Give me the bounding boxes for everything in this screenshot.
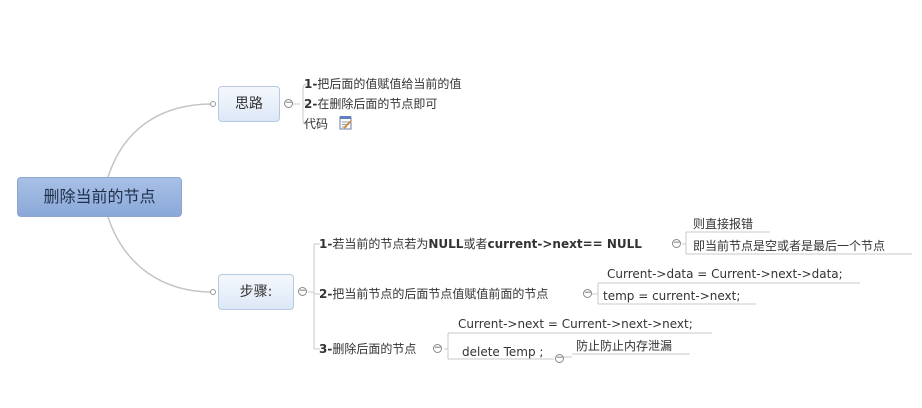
root-topic-label: 删除当前的节点 [43, 187, 156, 206]
collapse-steps-button[interactable]: − [298, 287, 307, 296]
thinking-item-1[interactable]: 1-把后面的值赋值给当前的值 [304, 76, 461, 92]
topic-thinking[interactable]: 思路 [218, 86, 280, 122]
notepad-icon[interactable] [339, 115, 353, 130]
step-3-child-2[interactable]: delete Temp ; [462, 344, 543, 360]
step-2-child-2[interactable]: temp = current->next; [603, 288, 740, 304]
thinking-item-3[interactable]: 代码 [304, 116, 328, 132]
wire-root-steps [107, 216, 213, 293]
topic-steps[interactable]: 步骤: [218, 274, 294, 310]
branch-dot-steps [210, 289, 216, 295]
step-1-child-1[interactable]: 则直接报错 [693, 216, 753, 232]
step-1-child-2[interactable]: 即当前节点是空或者是最后一个节点 [693, 238, 885, 254]
step-1[interactable]: 1-若当前的节点若为NULL或者current->next== NULL [319, 236, 642, 252]
thinking-item-2[interactable]: 2-在删除后面的节点即可 [304, 96, 437, 112]
branch-dot-thinking [210, 101, 216, 107]
collapse-delete-temp-button[interactable]: − [555, 354, 564, 363]
collapse-step-2-button[interactable]: − [583, 289, 592, 298]
topic-thinking-label: 思路 [235, 96, 263, 112]
collapse-thinking-button[interactable]: − [284, 99, 293, 108]
wire-root-thinking [107, 103, 213, 178]
step-3-child-1[interactable]: Current->next = Current->next->next; [458, 316, 693, 332]
mind-map-canvas: 删除当前的节点 思路 − 1-把后面的值赋值给当前的值 2-在删除后面的节点即可… [0, 0, 922, 408]
step-2[interactable]: 2-把当前节点的后面节点值赋值前面的节点 [319, 286, 548, 302]
root-topic[interactable]: 删除当前的节点 [17, 177, 182, 217]
delete-temp-note[interactable]: 防止防止内存泄漏 [576, 338, 672, 354]
collapse-step-3-button[interactable]: − [433, 344, 442, 353]
collapse-step-1-button[interactable]: − [672, 239, 681, 248]
step-2-child-1[interactable]: Current->data = Current->next->data; [607, 266, 843, 282]
step-3[interactable]: 3-删除后面的节点 [319, 341, 416, 357]
topic-steps-label: 步骤: [239, 284, 273, 300]
